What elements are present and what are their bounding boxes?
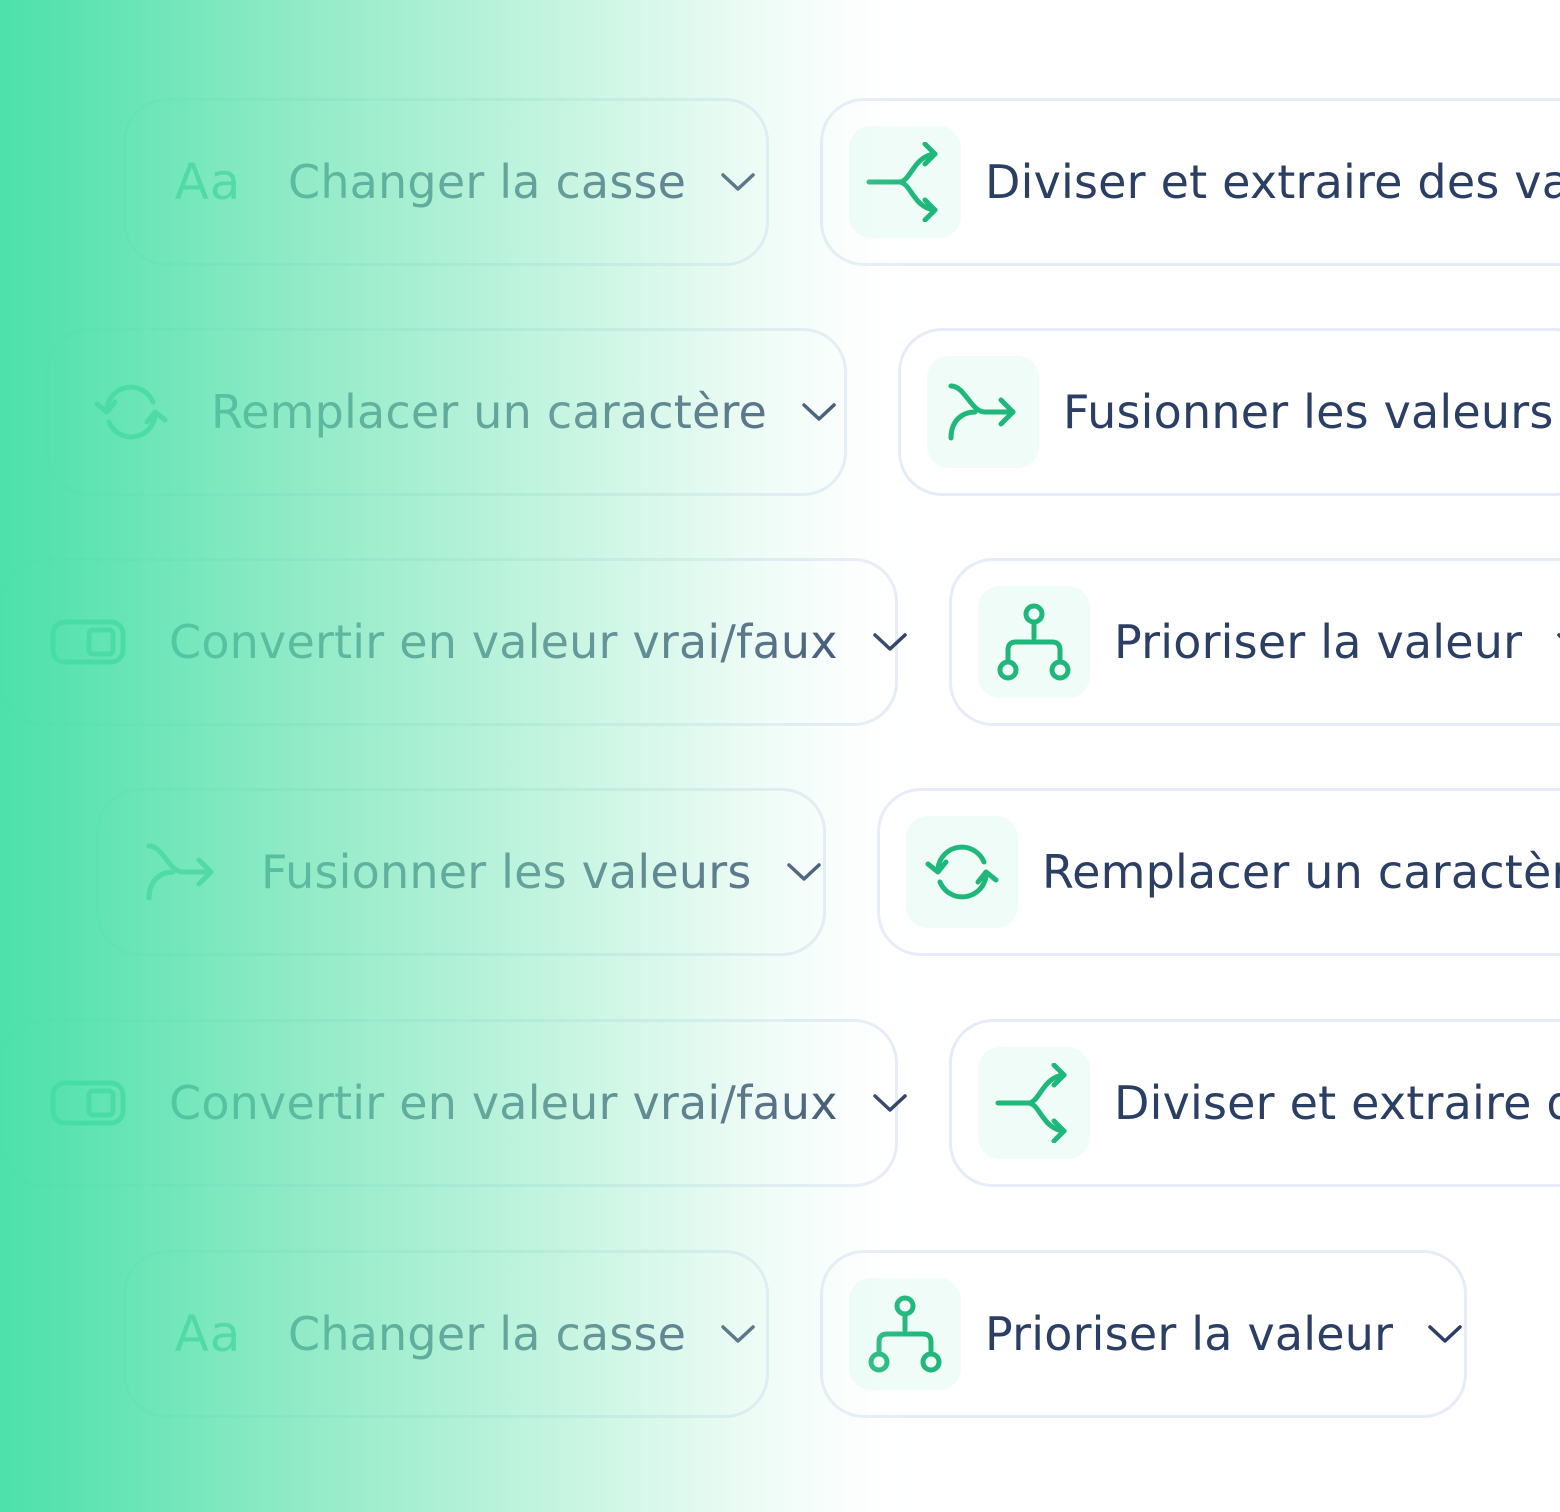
- option-label: Diviser et extraire des vale: [985, 155, 1560, 209]
- option-label: Changer la casse: [288, 1307, 687, 1361]
- option-pill-prioritize-value[interactable]: Prioriser la valeur: [949, 558, 1560, 726]
- option-label: Remplacer un caractère: [1042, 845, 1560, 899]
- transform-options-canvas: Aa Changer la casse Remplacer un caractè…: [0, 0, 1560, 1512]
- option-label: Prioriser la valeur: [985, 1307, 1394, 1361]
- option-pill-replace-char[interactable]: Remplacer un caractère: [46, 328, 847, 496]
- option-label: Remplacer un caractère: [211, 385, 768, 439]
- text-case-icon: Aa: [174, 153, 242, 211]
- option-label: Prioriser la valeur: [1114, 615, 1523, 669]
- option-pill-split-extract[interactable]: Diviser et extraire des vale: [820, 98, 1560, 266]
- split-arrow-icon: [849, 126, 961, 238]
- option-pill-merge-values[interactable]: Fusionner les valeurs: [898, 328, 1560, 496]
- refresh-icon: [75, 356, 187, 468]
- option-pill-convert-boolean[interactable]: Convertir en valeur vrai/faux: [0, 558, 907, 726]
- toggle-icon: [33, 586, 145, 698]
- chevron-down-icon[interactable]: [720, 171, 756, 193]
- hierarchy-icon: [978, 586, 1090, 698]
- option-pill-merge-values[interactable]: Fusionner les valeurs: [96, 788, 826, 956]
- toggle-icon: [33, 1047, 145, 1159]
- option-label: Convertir en valeur vrai/faux: [169, 615, 838, 669]
- option-label: Changer la casse: [288, 155, 687, 209]
- text-case-icon: Aa: [174, 1305, 242, 1363]
- chevron-down-icon[interactable]: [720, 1323, 756, 1345]
- merge-arrow-icon: [927, 356, 1039, 468]
- chevron-down-icon[interactable]: [872, 1092, 908, 1114]
- option-pill-split-extract[interactable]: Diviser et extraire de: [949, 1019, 1560, 1187]
- option-pill-change-case[interactable]: Aa Changer la casse: [123, 1250, 769, 1418]
- option-pill-convert-boolean[interactable]: Convertir en valeur vrai/faux: [0, 1019, 907, 1187]
- option-pill-replace-char[interactable]: Remplacer un caractère: [877, 788, 1560, 956]
- chevron-down-icon[interactable]: [872, 631, 908, 653]
- option-label: Fusionner les valeurs: [261, 845, 752, 899]
- option-pill-prioritize-value[interactable]: Prioriser la valeur: [820, 1250, 1467, 1418]
- merge-arrow-icon: [125, 816, 237, 928]
- hierarchy-icon: [849, 1278, 961, 1390]
- split-arrow-icon: [978, 1047, 1090, 1159]
- chevron-down-icon[interactable]: [786, 861, 822, 883]
- option-pill-change-case[interactable]: Aa Changer la casse: [123, 98, 769, 266]
- option-label: Diviser et extraire de: [1114, 1076, 1560, 1130]
- option-label: Fusionner les valeurs: [1063, 385, 1554, 439]
- chevron-down-icon[interactable]: [1556, 631, 1560, 653]
- option-label: Convertir en valeur vrai/faux: [169, 1076, 838, 1130]
- refresh-icon: [906, 816, 1018, 928]
- chevron-down-icon[interactable]: [801, 401, 837, 423]
- chevron-down-icon[interactable]: [1427, 1323, 1463, 1345]
